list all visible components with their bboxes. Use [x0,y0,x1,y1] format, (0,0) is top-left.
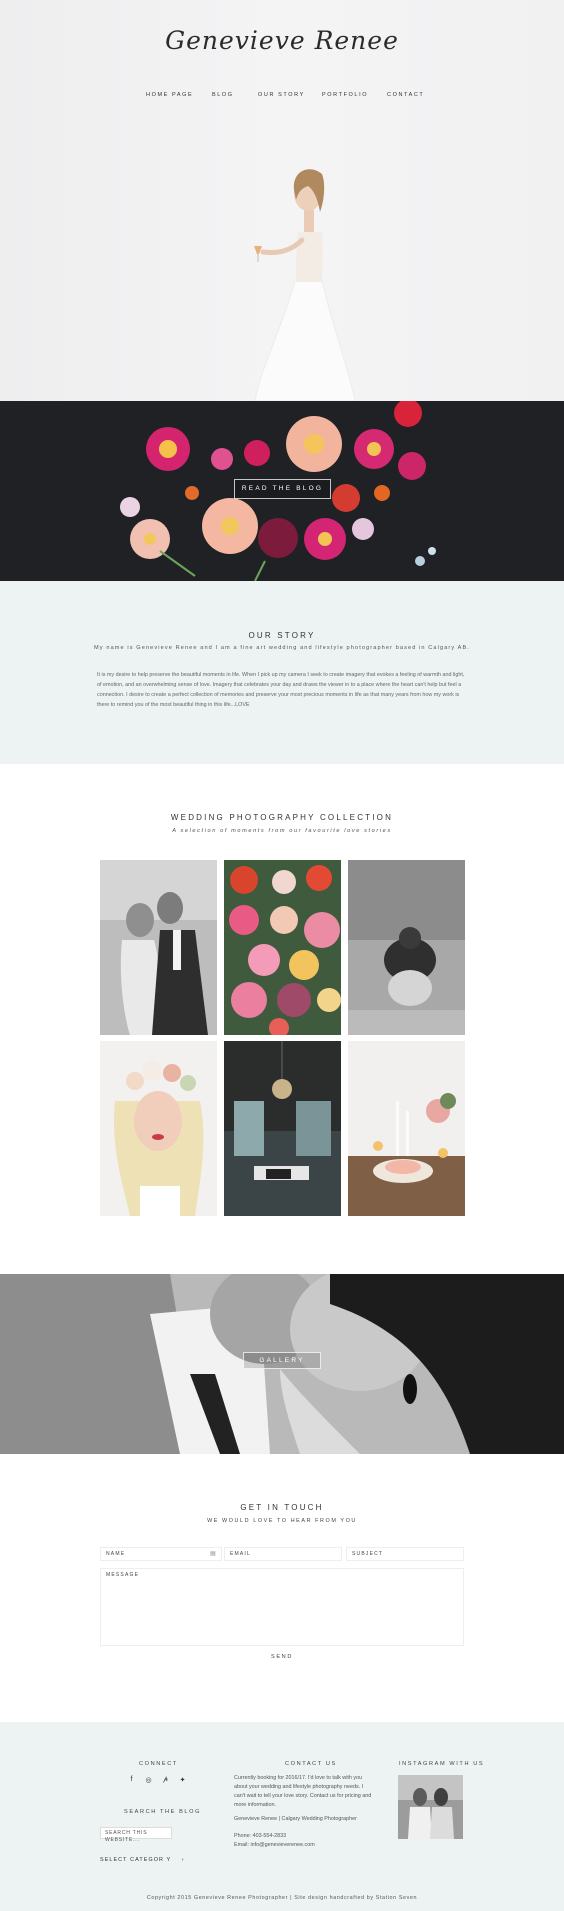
instagram-photo[interactable] [398,1775,463,1839]
contact-card-icon: ▤ [210,1551,217,1557]
instagram-icon[interactable]: ◎ [144,1776,153,1784]
phone-text: Phone: 403-554-2833 [234,1833,287,1839]
search-blog-title: SEARCH THE BLOG [124,1809,202,1815]
chevron-right-icon: › [181,1857,185,1863]
email-field-label: EMAIL [230,1551,252,1557]
copyright-text: Copyright 2015 Genevieve Renee Photograp… [146,1895,418,1901]
select-category-label: SELECT CATEGOR Y [100,1857,172,1863]
email-field[interactable]: EMAIL [224,1547,342,1561]
nav-our-story[interactable]: OUR STORY [258,92,305,98]
twitter-icon[interactable]: ✦ [178,1776,187,1784]
business-line: Genevieve Renee | Calgary Wedding Photog… [234,1816,357,1822]
contact-us-text: Currently booking for 2016/17. I'd love … [234,1775,372,1808]
message-field[interactable]: MESSAGE [100,1568,464,1646]
nav-blog[interactable]: BLOG [212,92,234,98]
email-link[interactable]: Email: info@genevieverenee.com [234,1841,384,1850]
our-story-intro: My name is Genevieve Renee and I am a fi… [94,645,470,651]
blog-search-input[interactable]: SEARCH THIS WEBSITE... [100,1827,172,1843]
gallery-photo-venue[interactable] [224,1041,341,1216]
social-links: f ◎ 𝓅 ✦ [127,1776,187,1784]
gallery-photo-table-setting[interactable] [348,1041,465,1216]
site-logo[interactable]: Genevieve Renee [0,26,564,55]
hero-section: Genevieve Renee HOME PAGE BLOG OUR STORY… [0,0,564,401]
name-field-label: NAME [106,1551,126,1557]
our-story-title: OUR STORY [248,631,316,640]
our-story-body: It is my desire to help preserve the bea… [97,672,465,708]
instagram-title: INSTAGRAM WITH US [399,1761,485,1767]
gallery-photo-bouquet[interactable] [224,860,341,1035]
contact-subtitle: WE WOULD LOVE TO HEAR FROM YOU [207,1518,357,1524]
select-category-dropdown[interactable]: SELECT CATEGOR Y › [100,1857,185,1863]
send-button[interactable]: SEND [100,1650,464,1664]
facebook-icon[interactable]: f [127,1776,136,1784]
name-field[interactable]: NAME ▤ [100,1547,222,1561]
collection-title: WEDDING PHOTOGRAPHY COLLECTION [170,813,394,822]
contact-us-title: CONTACT US [285,1761,337,1767]
nav-portfolio[interactable]: PORTFOLIO [322,92,368,98]
read-the-blog-button[interactable]: READ THE BLOG [234,479,331,499]
gallery-photo-bride-updo[interactable] [348,860,465,1035]
nav-home-page[interactable]: HOME PAGE [146,92,193,98]
gallery-button[interactable]: GALLERY [243,1352,321,1369]
gallery-photo-flower-crown[interactable] [100,1041,217,1216]
contact-title: GET IN TOUCH [240,1503,324,1512]
message-field-label: MESSAGE [106,1572,140,1578]
connect-title: CONNECT [139,1761,178,1767]
subject-field[interactable]: SUBJECT [346,1547,464,1561]
subject-field-label: SUBJECT [352,1551,384,1557]
gallery-photo-couple[interactable] [100,860,217,1035]
collection-subtitle: A selection of moments from our favourit… [172,828,392,834]
nav-contact[interactable]: CONTACT [387,92,424,98]
hero-bride-photo [254,169,356,401]
pinterest-icon[interactable]: 𝓅 [161,1776,170,1784]
